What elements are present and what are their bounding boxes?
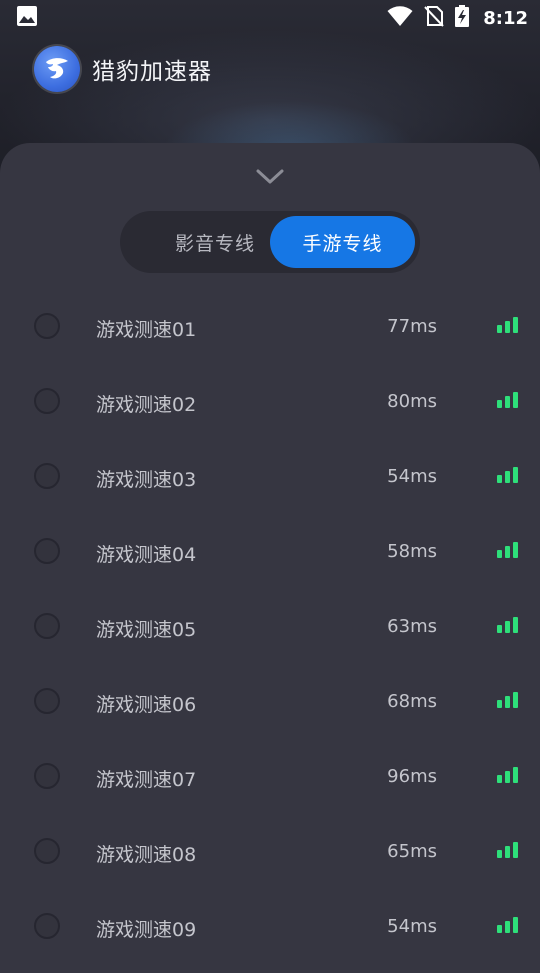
server-latency: 54ms [387, 466, 437, 487]
server-panel: 影音专线 手游专线 游戏测速01 77ms 游戏测速02 80ms 游戏测速03 54ms… [0, 143, 540, 973]
image-notification-icon [16, 5, 38, 31]
server-name: 游戏测速09 [96, 919, 197, 941]
server-latency: 68ms [387, 691, 437, 712]
server-row[interactable]: 游戏测速05 63ms [0, 591, 540, 666]
signal-strong-icon [497, 317, 519, 333]
tab-game-line[interactable]: 手游专线 [270, 216, 415, 268]
line-type-switch: 影音专线 手游专线 [120, 211, 420, 273]
signal-strong-icon [497, 467, 519, 483]
server-row[interactable]: 游戏测速08 65ms [0, 816, 540, 891]
server-row[interactable]: 游戏测速01 77ms [0, 291, 540, 366]
server-row[interactable]: 游戏测速02 80ms [0, 366, 540, 441]
signal-strong-icon [497, 542, 519, 558]
server-latency: 80ms [387, 391, 437, 412]
tab-video-line-label: 影音专线 [174, 232, 255, 255]
server-name: 游戏测速02 [96, 394, 197, 416]
server-radio[interactable] [34, 313, 60, 339]
server-latency: 77ms [387, 316, 437, 337]
server-radio[interactable] [34, 763, 60, 789]
server-radio[interactable] [34, 538, 60, 564]
server-radio[interactable] [34, 838, 60, 864]
server-name: 游戏测速05 [96, 619, 197, 641]
status-bar: 8:12 [0, 0, 540, 36]
signal-strong-icon [497, 842, 519, 858]
app-title: 猎豹加速器 [92, 59, 212, 85]
server-latency: 58ms [387, 541, 437, 562]
server-latency: 96ms [387, 766, 437, 787]
signal-strong-icon [497, 767, 519, 783]
tab-game-line-label: 手游专线 [302, 232, 383, 255]
signal-strong-icon [497, 392, 519, 408]
server-row[interactable]: 游戏测速04 58ms [0, 516, 540, 591]
server-radio[interactable] [34, 463, 60, 489]
wifi-icon [387, 5, 413, 31]
battery-charging-icon [455, 5, 470, 31]
server-radio[interactable] [34, 913, 60, 939]
status-time: 8:12 [483, 7, 528, 29]
server-row[interactable]: 游戏测速09 54ms [0, 891, 540, 966]
signal-strong-icon [497, 617, 519, 633]
cheetah-logo-icon [34, 46, 80, 92]
signal-strong-icon [497, 917, 519, 933]
server-name: 游戏测速06 [96, 694, 197, 716]
server-row[interactable]: 游戏测速03 54ms [0, 441, 540, 516]
server-name: 游戏测速07 [96, 769, 197, 791]
server-name: 游戏测速03 [96, 469, 197, 491]
server-row[interactable]: 游戏测速06 68ms [0, 666, 540, 741]
server-latency: 65ms [387, 841, 437, 862]
server-name: 游戏测速04 [96, 544, 197, 566]
no-sim-icon [423, 5, 445, 31]
server-name: 游戏测速08 [96, 844, 197, 866]
server-radio[interactable] [34, 613, 60, 639]
server-list: 游戏测速01 77ms 游戏测速02 80ms 游戏测速03 54ms 游戏测速04 58ms… [0, 291, 540, 966]
server-latency: 54ms [387, 916, 437, 937]
signal-strong-icon [497, 692, 519, 708]
chevron-down-icon[interactable] [254, 165, 286, 187]
tab-video-line[interactable]: 影音专线 [140, 216, 290, 268]
app-header: 猎豹加速器 [34, 46, 212, 92]
server-name: 游戏测速01 [96, 319, 197, 341]
server-row[interactable]: 游戏测速07 96ms [0, 741, 540, 816]
server-latency: 63ms [387, 616, 437, 637]
server-radio[interactable] [34, 388, 60, 414]
server-radio[interactable] [34, 688, 60, 714]
